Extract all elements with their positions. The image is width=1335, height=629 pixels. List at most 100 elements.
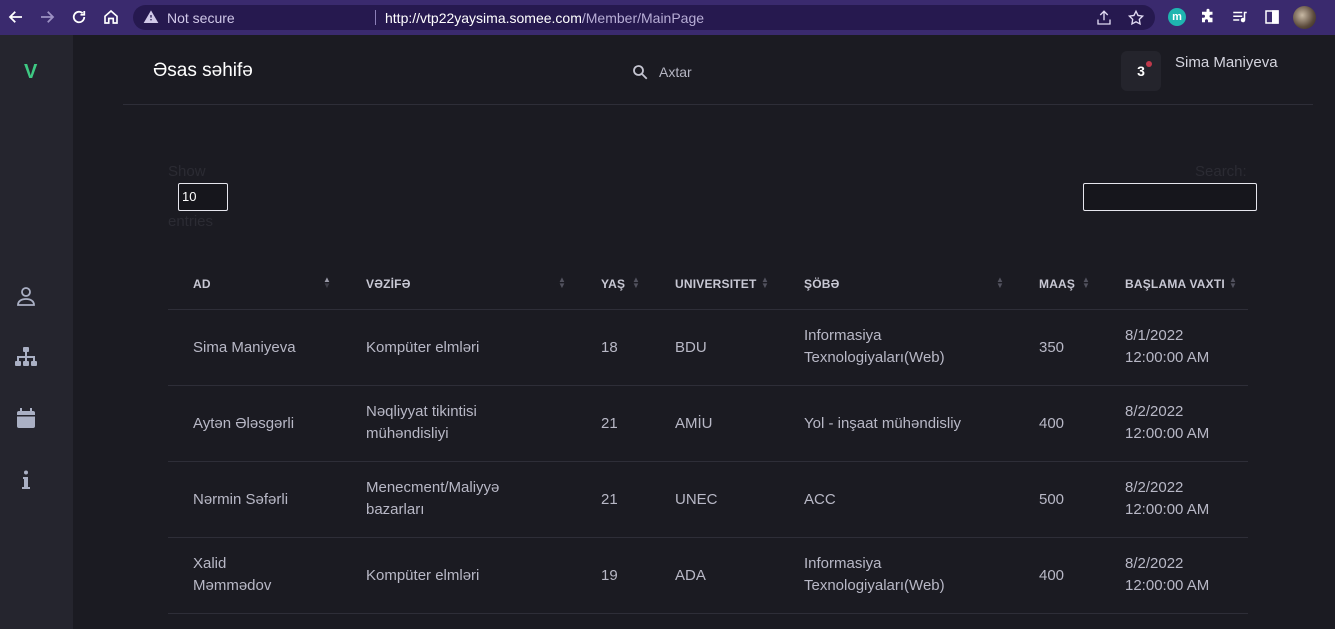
header-search-placeholder[interactable]: Axtar — [659, 64, 692, 80]
sidebar: V — [0, 35, 73, 629]
cell-maas: 350 — [1039, 339, 1065, 356]
cell-ad: Nərmin Səfərli — [193, 489, 288, 511]
bookmark-star-icon[interactable] — [1127, 9, 1145, 32]
top-header: Əsas səhifə Axtar 3 Sima Maniyeva — [123, 35, 1313, 105]
cell-sobe: ACC — [804, 489, 836, 511]
column-header-sobe[interactable]: ŞÖBƏ — [804, 277, 840, 291]
table-row: Nərmin Səfərli Menecment/Maliyyə bazarlar… — [168, 462, 1248, 538]
cell-line: Texnologiyaları(Web) — [804, 349, 945, 366]
cell-line: 8/2/2022 — [1125, 403, 1184, 420]
search-icon — [631, 63, 649, 81]
address-bar[interactable]: Not secure http://vtp22yaysima.somee.com… — [133, 5, 1155, 30]
cell-universitet: ADA — [675, 567, 706, 584]
column-header-ad[interactable]: AD — [193, 277, 211, 291]
column-header-maas[interactable]: MAAŞ — [1039, 277, 1075, 291]
datatable-entries-label: entries — [168, 213, 214, 230]
cell-universitet: UNEC — [675, 491, 718, 508]
cell-line: 12:00:00 AM — [1125, 501, 1210, 518]
table-row: Xalid Məmmədov Kompüter elmləri 19 ADA In… — [168, 538, 1248, 614]
cell-line: bazarları — [366, 501, 425, 518]
sort-asc-icon[interactable]: ▲ ▼ — [323, 276, 331, 290]
cell-line: Xalid — [193, 555, 227, 572]
column-header-universitet[interactable]: UNIVERSITET — [675, 277, 757, 291]
media-playlist-icon[interactable] — [1230, 7, 1250, 27]
cell-line: Informasiya — [804, 555, 882, 572]
cell-ad: Xalid Məmmədov — [193, 553, 271, 597]
cell-line: 8/2/2022 — [1125, 555, 1184, 572]
cell-maas: 400 — [1039, 415, 1065, 432]
home-icon[interactable] — [101, 7, 121, 27]
datatable-search-label: Search: — [1195, 163, 1247, 180]
cell-line: Sima Maniyeva — [193, 339, 296, 356]
cell-universitet: AMİU — [675, 415, 713, 432]
cell-line: 8/2/2022 — [1125, 479, 1184, 496]
sort-icon[interactable]: ▲ ▼ — [1082, 276, 1090, 290]
cell-baslama-vaxti: 8/1/2022 12:00:00 AM — [1125, 325, 1209, 369]
info-icon[interactable] — [14, 468, 38, 492]
cell-line: 8/1/2022 — [1125, 327, 1184, 344]
reload-icon[interactable] — [69, 7, 89, 27]
url-text[interactable]: http://vtp22yaysima.somee.com/Member/Mai… — [385, 10, 704, 26]
cell-yas: 21 — [601, 415, 618, 432]
column-header-yas[interactable]: YAŞ — [601, 277, 625, 291]
sort-icon[interactable]: ▲ ▼ — [1229, 276, 1237, 290]
cell-yas: 19 — [601, 567, 618, 584]
column-header-baslama-vaxti[interactable]: BAŞLAMA VAXTI — [1125, 277, 1225, 291]
header-search[interactable]: Axtar — [631, 63, 692, 81]
cell-sobe: Informasiya Texnologiyaları(Web) — [804, 325, 945, 369]
security-status[interactable]: Not secure — [167, 10, 235, 26]
sort-icon[interactable]: ▲ ▼ — [632, 276, 640, 290]
table-header: AD ▲ ▼ VƏZİFƏ ▲ ▼ YAŞ ▲ ▼ UNIVERSITET ▲ ▼ ŞÖ… — [168, 257, 1248, 310]
cell-line: 12:00:00 AM — [1125, 577, 1210, 594]
cell-line: Nəqliyyat tikintisi — [366, 403, 477, 420]
app-logo[interactable]: V — [24, 61, 37, 84]
cell-sobe: Informasiya Texnologiyaları(Web) — [804, 553, 945, 597]
cell-line: 12:00:00 AM — [1125, 349, 1210, 366]
cell-line: Menecment/Maliyyə — [366, 479, 500, 496]
back-arrow-icon[interactable] — [6, 7, 26, 27]
cell-line: Kompüter elmləri — [366, 567, 480, 584]
cell-ad: Aytən Ələsgərli — [193, 413, 294, 435]
table-row: Sima Maniyeva Kompüter elmləri 18 BDU In… — [168, 310, 1248, 386]
sitemap-icon[interactable] — [14, 345, 38, 369]
cell-universitet: BDU — [675, 339, 707, 356]
cell-line: Məmmədov — [193, 577, 272, 594]
share-icon[interactable] — [1095, 9, 1113, 32]
cell-line: Yol - inşaat mühəndisliy — [804, 415, 962, 432]
datatable-search-input[interactable] — [1083, 183, 1257, 211]
profile-avatar[interactable] — [1293, 6, 1316, 29]
cell-vezife: Menecment/Maliyyə bazarları — [366, 477, 499, 521]
notification-badge[interactable]: 3 — [1121, 51, 1161, 91]
page-title: Əsas səhifə — [153, 60, 253, 81]
browser-toolbar: Not secure http://vtp22yaysima.somee.com… — [0, 0, 1335, 35]
user-icon[interactable] — [14, 284, 38, 308]
cell-vezife: Kompüter elmləri — [366, 337, 479, 359]
side-panel-icon[interactable] — [1262, 7, 1282, 27]
extension-m-label: m — [1172, 11, 1182, 23]
omnibox-divider — [375, 10, 376, 25]
cell-line: 12:00:00 AM — [1125, 425, 1210, 442]
sort-icon[interactable]: ▲ ▼ — [558, 276, 566, 290]
forward-arrow-icon[interactable] — [37, 7, 57, 27]
column-header-vezife[interactable]: VƏZİFƏ — [366, 277, 411, 291]
sort-icon[interactable]: ▲ ▼ — [996, 276, 1004, 290]
cell-line: mühəndisliyi — [366, 425, 449, 442]
notification-dot — [1146, 61, 1152, 67]
cell-vezife: Kompüter elmləri — [366, 565, 479, 587]
cell-ad: Sima Maniyeva — [193, 337, 296, 359]
cell-line: ACC — [804, 491, 836, 508]
puzzle-extensions-icon[interactable] — [1198, 7, 1218, 27]
cell-baslama-vaxti: 8/2/2022 12:00:00 AM — [1125, 401, 1209, 445]
members-table: AD ▲ ▼ VƏZİFƏ ▲ ▼ YAŞ ▲ ▼ UNIVERSITET ▲ ▼ ŞÖ… — [168, 257, 1248, 614]
notification-count: 3 — [1137, 63, 1145, 79]
cell-line: Nərmin Səfərli — [193, 491, 289, 508]
calendar-icon[interactable] — [14, 406, 38, 430]
extension-m-icon[interactable]: m — [1168, 8, 1186, 26]
user-name[interactable]: Sima Maniyeva — [1175, 54, 1278, 71]
datatable-show-label: Show — [168, 163, 206, 180]
cell-yas: 21 — [601, 491, 618, 508]
sort-icon[interactable]: ▲ ▼ — [761, 276, 769, 290]
cell-line: Kompüter elmləri — [366, 339, 480, 356]
cell-sobe: Yol - inşaat mühəndisliy — [804, 413, 961, 435]
entries-select[interactable]: 10 — [178, 183, 228, 211]
